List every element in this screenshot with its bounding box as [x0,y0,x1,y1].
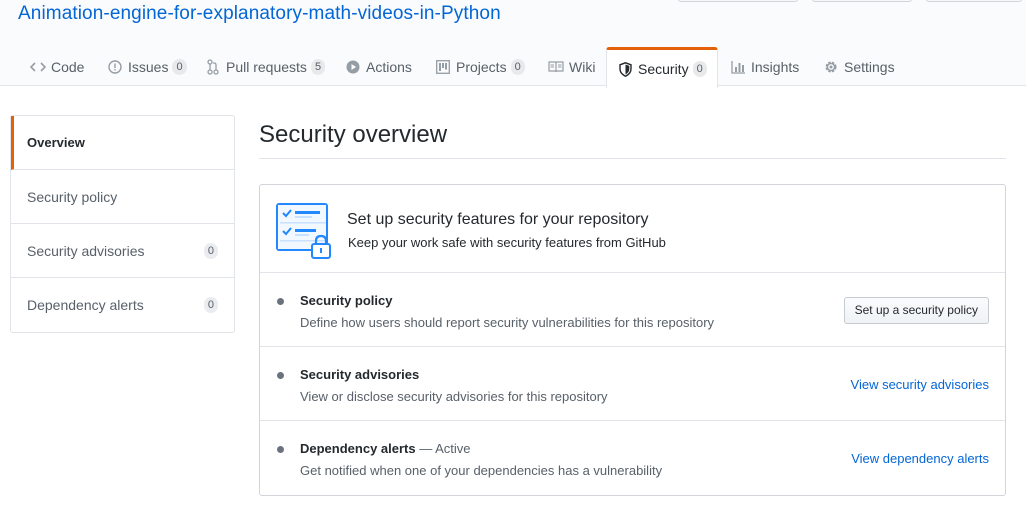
tab-counter: 0 [510,59,525,75]
tab-wiki[interactable]: Wiki [538,47,605,87]
tab-actions[interactable]: Actions [335,47,422,87]
sidebar-item-security-policy[interactable]: Security policy [11,170,234,224]
issue-icon [107,59,123,75]
setup-header: Set up security features for your reposi… [260,185,1005,273]
tab-label: Pull requests [226,59,307,75]
setup-title: Set up security features for your reposi… [347,211,649,228]
checklist-lock-icon [276,202,334,260]
tab-pull-requests[interactable]: Pull requests 5 [195,47,335,87]
tab-counter: 0 [692,61,707,77]
feature-title: Security advisories [300,367,419,382]
play-icon [345,59,361,75]
bullet-dot [277,298,284,305]
view-dependency-alerts-link[interactable]: View dependency alerts [851,451,989,466]
tab-settings[interactable]: Settings [813,47,905,87]
sidebar-item-label: Dependency alerts [27,297,144,313]
tab-label: Issues [128,59,169,75]
feature-description: View or disclose security advisories for… [300,389,608,404]
tab-label: Wiki [569,59,596,75]
bullet-dot [277,446,284,453]
feature-title: Dependency alerts — Active [300,441,471,456]
fork-button[interactable] [926,0,1022,2]
feature-description: Define how users should report security … [300,315,715,330]
view-security-advisories-link[interactable]: View security advisories [851,377,989,392]
security-features-box: Set up security features for your reposi… [259,184,1006,496]
tab-counter: 0 [172,59,187,75]
tab-label: Insights [751,59,800,75]
sidebar-item-security-advisories[interactable]: Security advisories 0 [11,224,234,278]
watch-button[interactable] [678,0,798,2]
security-sidebar: Overview Security policy Security adviso… [10,115,235,333]
project-icon [435,59,451,75]
bullet-dot [277,372,284,379]
setup-security-policy-button[interactable]: Set up a security policy [843,297,989,324]
feature-description: Get notified when one of your dependenci… [300,463,663,478]
tab-counter: 5 [310,59,326,75]
repo-title-link[interactable]: Animation-engine-for-explanatory-math-vi… [18,3,501,25]
book-icon [548,59,564,75]
feature-title: Security policy [300,293,392,308]
star-button[interactable] [812,0,912,2]
tab-projects[interactable]: Projects 0 [425,47,535,87]
pull-request-icon [205,59,221,75]
tab-issues[interactable]: Issues 0 [97,47,197,87]
sidebar-item-label: Security advisories [27,242,145,259]
sidebar-item-overview[interactable]: Overview [11,116,234,170]
feature-status: — Active [419,441,471,456]
tab-label: Projects [456,59,507,75]
sidebar-counter: 0 [203,297,218,313]
sidebar-item-dependency-alerts[interactable]: Dependency alerts 0 [11,278,234,332]
feature-row-security-advisories: Security advisories View or disclose sec… [260,347,1005,421]
sidebar-counter: 0 [203,243,218,259]
tab-label: Code [51,59,85,75]
gear-icon [823,59,839,75]
sidebar-item-label: Overview [27,135,85,150]
tab-code[interactable]: Code [20,47,94,87]
feature-row-dependency-alerts: Dependency alerts — Active Get notified … [260,421,1005,495]
repo-header: Animation-engine-for-explanatory-math-vi… [0,0,1026,88]
feature-row-security-policy: Security policy Define how users should … [260,273,1005,347]
graph-icon [730,59,746,75]
tab-label: Actions [366,59,412,75]
setup-subtitle: Keep your work safe with security featur… [348,235,666,250]
tab-label: Security [638,61,689,77]
feature-title-text: Security advisories [300,367,420,382]
tab-insights[interactable]: Insights [720,47,809,87]
tab-label: Settings [844,59,895,75]
code-icon [30,59,46,75]
tab-security[interactable]: Security 0 [606,47,718,88]
feature-title-text: Security policy [300,293,393,308]
page-title: Security overview [259,121,448,148]
feature-title-text: Dependency alerts [300,441,416,456]
title-divider [259,158,1006,159]
shield-icon [617,61,633,77]
sidebar-item-label: Security policy [27,188,118,205]
